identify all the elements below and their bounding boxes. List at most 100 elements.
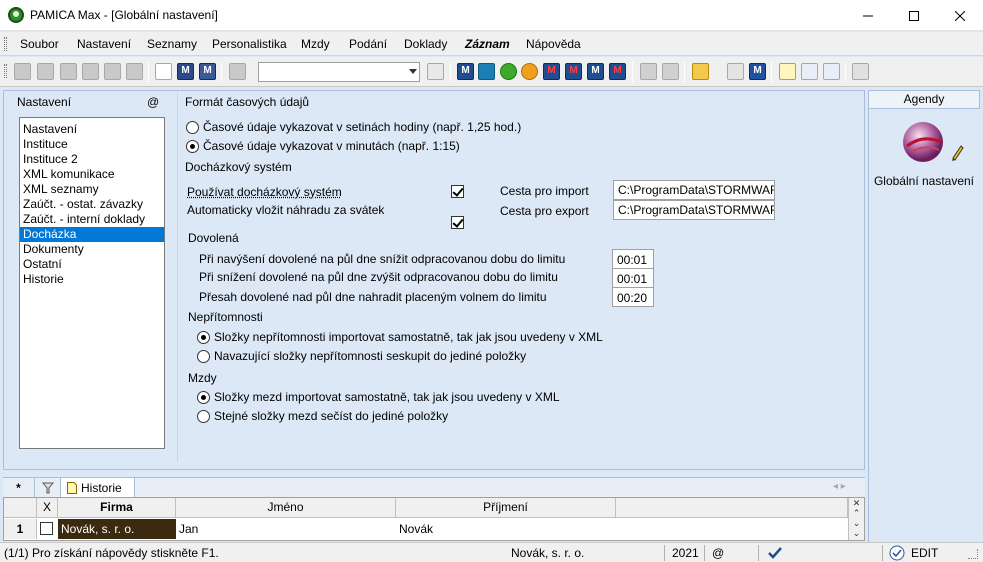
grid-scrollbar[interactable]: ✕ ⌃ ⌄ ⌄ <box>848 498 864 540</box>
nav-item-dokumenty[interactable]: Dokumenty <box>20 242 164 257</box>
nav-item-xml-komunikace[interactable]: XML komunikace <box>20 167 164 182</box>
radio-button[interactable] <box>197 390 210 404</box>
wages-option-separate[interactable]: Složky mezd importovat samostatně, tak j… <box>197 390 560 404</box>
nav-item-ostatni[interactable]: Ostatní <box>20 257 164 272</box>
agenda-header[interactable]: Agendy <box>868 90 980 109</box>
new-document-icon[interactable] <box>155 63 172 80</box>
tab-historie[interactable]: Historie <box>61 478 135 498</box>
nav-item-zauct-ostat[interactable]: Zaúčt. - ostat. závazky <box>20 197 164 212</box>
grid-col-firma[interactable]: Firma <box>58 498 176 518</box>
option-label: Složky nepřítomnosti importovat samostat… <box>214 330 603 344</box>
filter-az-icon[interactable] <box>427 63 444 80</box>
funnel-icon[interactable] <box>640 63 657 80</box>
menu-personalistika[interactable]: Personalistika <box>212 37 287 51</box>
print-setup-icon[interactable] <box>104 63 121 80</box>
tab-historie-label: Historie <box>81 481 122 495</box>
radio-button[interactable] <box>197 349 210 363</box>
window-icon[interactable] <box>801 63 818 80</box>
vacation-row-decrease-input[interactable]: 00:01 <box>612 268 654 288</box>
calculator-icon[interactable] <box>727 63 744 80</box>
menu-podani[interactable]: Podání <box>349 37 387 51</box>
mzdy-export-icon[interactable] <box>609 63 626 80</box>
attendance-title: Docházkový systém <box>185 160 292 174</box>
nav-item-instituce-2[interactable]: Instituce 2 <box>20 152 164 167</box>
time-format-option-hundredths[interactable]: Časové údaje vykazovat v setinách hodiny… <box>186 120 521 134</box>
close-button[interactable] <box>937 0 983 31</box>
nav-item-dochazka[interactable]: Docházka <box>20 227 164 242</box>
mzdy-report-icon[interactable] <box>543 63 560 80</box>
table-cell-prijmeni[interactable]: Novák <box>396 519 616 539</box>
tab-filter[interactable] <box>35 478 61 498</box>
employee-green-icon[interactable] <box>500 63 517 80</box>
vacation-row-overflow-input[interactable]: 00:20 <box>612 287 654 307</box>
save-all-icon[interactable] <box>199 63 216 80</box>
save-icon[interactable] <box>177 63 194 80</box>
minimize-button[interactable] <box>845 0 891 31</box>
import-path-input[interactable]: C:\ProgramData\STORMWARE <box>613 180 775 200</box>
menu-seznamy[interactable]: Seznamy <box>147 37 197 51</box>
absence-option-group[interactable]: Navazující složky nepřítomnosti seskupit… <box>197 349 526 363</box>
employee-orange-icon[interactable] <box>521 63 538 80</box>
radio-button[interactable] <box>186 120 199 134</box>
funnel-clear-icon[interactable] <box>662 63 679 80</box>
table-row-number: 1 <box>4 519 37 539</box>
vacation-row-increase-input[interactable]: 00:01 <box>612 249 654 269</box>
radio-button[interactable] <box>197 330 210 344</box>
grid-col-prijmeni[interactable]: Příjmení <box>396 498 616 518</box>
wages-option-sum[interactable]: Stejné složky mezd sečíst do jediné polo… <box>197 409 448 423</box>
nav-item-zauct-interni[interactable]: Zaúčt. - interní doklady <box>20 212 164 227</box>
time-format-option-minutes[interactable]: Časové údaje vykazovat v minutách (např.… <box>186 139 460 153</box>
table-cell-firma[interactable]: Novák, s. r. o. <box>58 519 176 539</box>
radio-button[interactable] <box>197 409 210 423</box>
tab-scroll-arrows[interactable]: ◂ ▸ <box>833 481 846 492</box>
menu-mzdy[interactable]: Mzdy <box>301 37 330 51</box>
settings-nav-list[interactable]: Nastavení Instituce Instituce 2 XML komu… <box>19 117 165 449</box>
agenda-item-label[interactable]: Globální nastavení <box>868 174 980 188</box>
row-select-checkbox[interactable] <box>40 522 53 535</box>
maximize-button[interactable] <box>891 0 937 31</box>
mzdy-summary-icon[interactable] <box>587 63 604 80</box>
maximize-icon <box>909 10 919 21</box>
absence-option-separate[interactable]: Složky nepřítomnosti importovat samostat… <box>197 330 603 344</box>
use-system-checkbox[interactable] <box>451 185 464 198</box>
nav-at-label: @ <box>147 95 160 109</box>
nav-item-instituce[interactable]: Instituce <box>20 137 164 152</box>
document-list-icon[interactable] <box>823 63 840 80</box>
menu-zaznam[interactable]: Záznam <box>465 37 510 51</box>
time-format-title: Formát časových údajů <box>185 95 310 109</box>
tab-new-record[interactable]: * <box>3 478 35 498</box>
table-cell-jmeno[interactable]: Jan <box>176 519 396 539</box>
copy-record-icon[interactable] <box>37 63 54 80</box>
menu-nastaveni[interactable]: Nastavení <box>77 37 131 51</box>
nav-item-nastaveni[interactable]: Nastavení <box>20 122 164 137</box>
option-label: Stejné složky mezd sečíst do jediné polo… <box>214 409 449 423</box>
tools-icon[interactable] <box>852 63 869 80</box>
nav-item-xml-seznamy[interactable]: XML seznamy <box>20 182 164 197</box>
person-import-icon[interactable] <box>478 63 495 80</box>
grid-col-jmeno[interactable]: Jméno <box>176 498 396 518</box>
menu-doklady[interactable]: Doklady <box>404 37 447 51</box>
mzdy-list-icon[interactable] <box>565 63 582 80</box>
radio-button[interactable] <box>186 139 199 153</box>
export-icon[interactable] <box>126 63 143 80</box>
quick-search-combo[interactable] <box>258 62 420 82</box>
mzdy-icon[interactable] <box>457 63 474 80</box>
folder-icon[interactable] <box>692 63 709 80</box>
globe-pencil-icon[interactable] <box>901 120 964 164</box>
minimize-icon <box>863 15 873 16</box>
resize-grip-icon[interactable] <box>968 549 978 559</box>
iban-icon[interactable] <box>749 63 766 80</box>
vacation-row-decrease-label: Při snížení dovolené na půl dne zvýšit o… <box>199 270 558 284</box>
print-icon[interactable] <box>60 63 77 80</box>
export-path-input[interactable]: C:\ProgramData\STORMWARE <box>613 200 775 220</box>
note-icon[interactable] <box>779 63 796 80</box>
grid-col-x[interactable]: X <box>37 498 58 518</box>
duplicate-icon[interactable] <box>229 63 246 80</box>
auto-holiday-checkbox[interactable] <box>451 216 464 229</box>
close-icon <box>955 10 965 21</box>
print-preview-icon[interactable] <box>82 63 99 80</box>
exit-icon[interactable] <box>14 63 31 80</box>
nav-item-historie[interactable]: Historie <box>20 272 164 287</box>
menu-soubor[interactable]: Soubor <box>20 37 59 51</box>
menu-napoveda[interactable]: Nápověda <box>526 37 581 51</box>
